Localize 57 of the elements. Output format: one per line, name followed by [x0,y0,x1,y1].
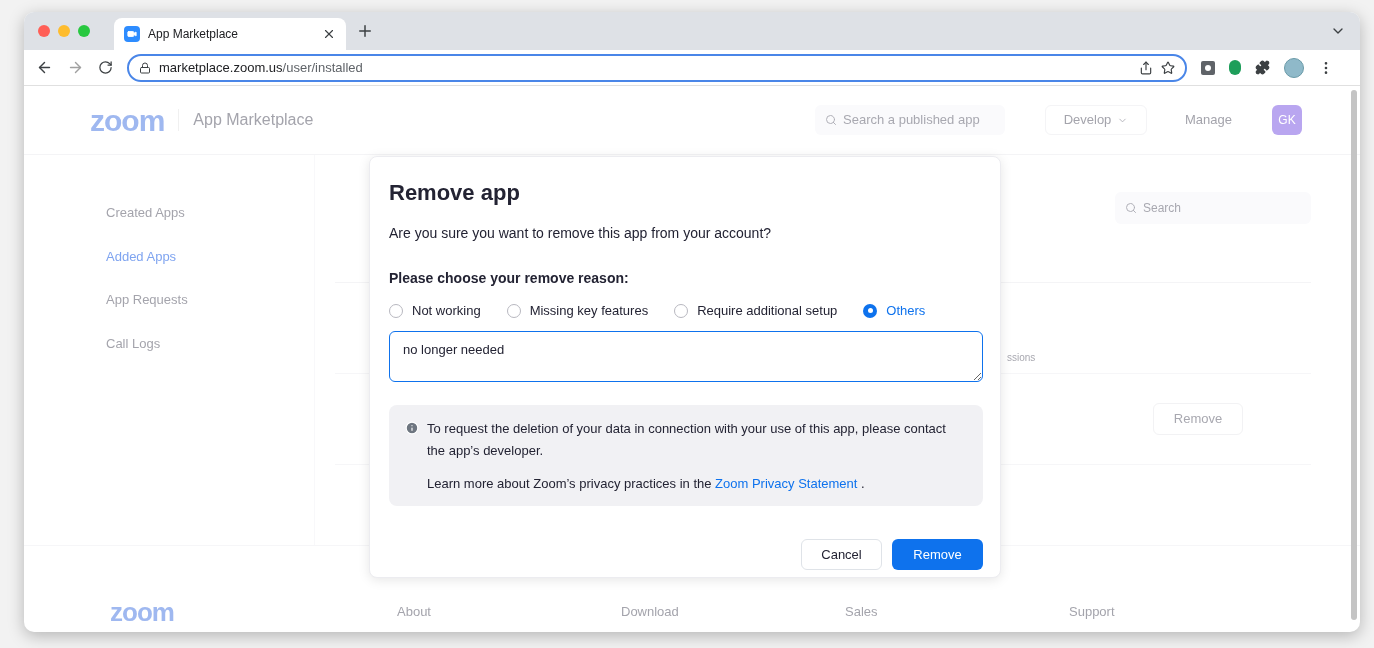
share-icon[interactable] [1139,60,1153,75]
zoom-logo[interactable]: zoom [110,598,397,625]
back-icon[interactable] [36,59,53,76]
reload-icon[interactable] [98,60,113,75]
radio-label[interactable]: Not working [412,301,481,321]
radio-button[interactable] [674,303,689,318]
search-field[interactable]: Search a published app [815,105,1005,135]
close-tab-icon[interactable] [322,27,336,41]
radio-label[interactable]: Require additional setup [697,301,838,321]
footer-link[interactable]: Download [621,601,845,622]
sidebar-item[interactable]: Created Apps [106,203,314,223]
close-window-control[interactable] [38,25,50,37]
cancel-button[interactable]: Cancel [801,539,882,570]
brand-title: App Marketplace [193,110,314,130]
radio-button[interactable] [506,303,521,318]
scrollbar[interactable] [1351,90,1357,620]
search-icon [1125,202,1137,214]
footer-link[interactable]: Support [1069,601,1293,622]
sidebar-item[interactable]: Added Apps [106,246,314,266]
zoom-logo[interactable]: zoom [90,97,165,143]
url-text: marketplace.zoom.us/user/installed [159,58,364,77]
notice-text: To request the deletion of your data in connection with your use of this app, please contact the app’s developer. [427,419,947,460]
develop-dropdown[interactable]: Develop [1045,105,1147,135]
radio-label[interactable]: Missing key features [529,301,649,321]
privacy-link[interactable]: Zoom Privacy Statement [715,475,858,491]
radio-label[interactable]: Others [886,301,926,321]
remove-button[interactable]: Remove [1153,403,1243,435]
radio-button[interactable] [389,303,403,318]
info-icon [405,420,419,435]
radio-button[interactable] [863,303,878,318]
lock-icon [139,61,151,74]
dialog-title: Remove app [389,179,521,207]
extension-icon[interactable] [1229,60,1241,75]
user-avatar[interactable]: GK [1272,105,1302,135]
browser-tab[interactable]: App Marketplace [114,18,346,50]
address-bar[interactable]: marketplace.zoom.us/user/installed [127,53,1187,82]
sidebar-item[interactable]: App Requests [106,290,314,310]
video-camera-icon [124,26,140,42]
dialog-message: Are you sure you want to remove this app from your account? [389,224,773,243]
footer-link[interactable]: About [397,601,621,622]
extension-icon[interactable] [1201,60,1215,75]
star-icon[interactable] [1161,60,1175,75]
column-header: ssions [1007,351,1036,365]
manage-link[interactable]: Manage [1185,110,1232,130]
reason-input[interactable]: no longer needed [389,330,983,382]
extensions-icon[interactable] [1255,60,1270,75]
privacy-text: Learn more about Zoom’s privacy practices in the Zoom Privacy Statement . [427,474,866,493]
remove-button[interactable]: Remove [892,539,983,570]
sidebar-item[interactable]: Call Logs [106,333,314,353]
footer-link[interactable]: Sales [845,601,1069,622]
profile-avatar[interactable] [1284,57,1304,78]
new-tab-icon[interactable] [356,22,374,40]
reason-label: Please choose your remove reason: [389,269,630,288]
forward-icon[interactable] [67,59,84,76]
search-icon [825,114,837,126]
search-field[interactable]: Search [1115,192,1311,224]
tab-title: App Marketplace [148,26,240,43]
